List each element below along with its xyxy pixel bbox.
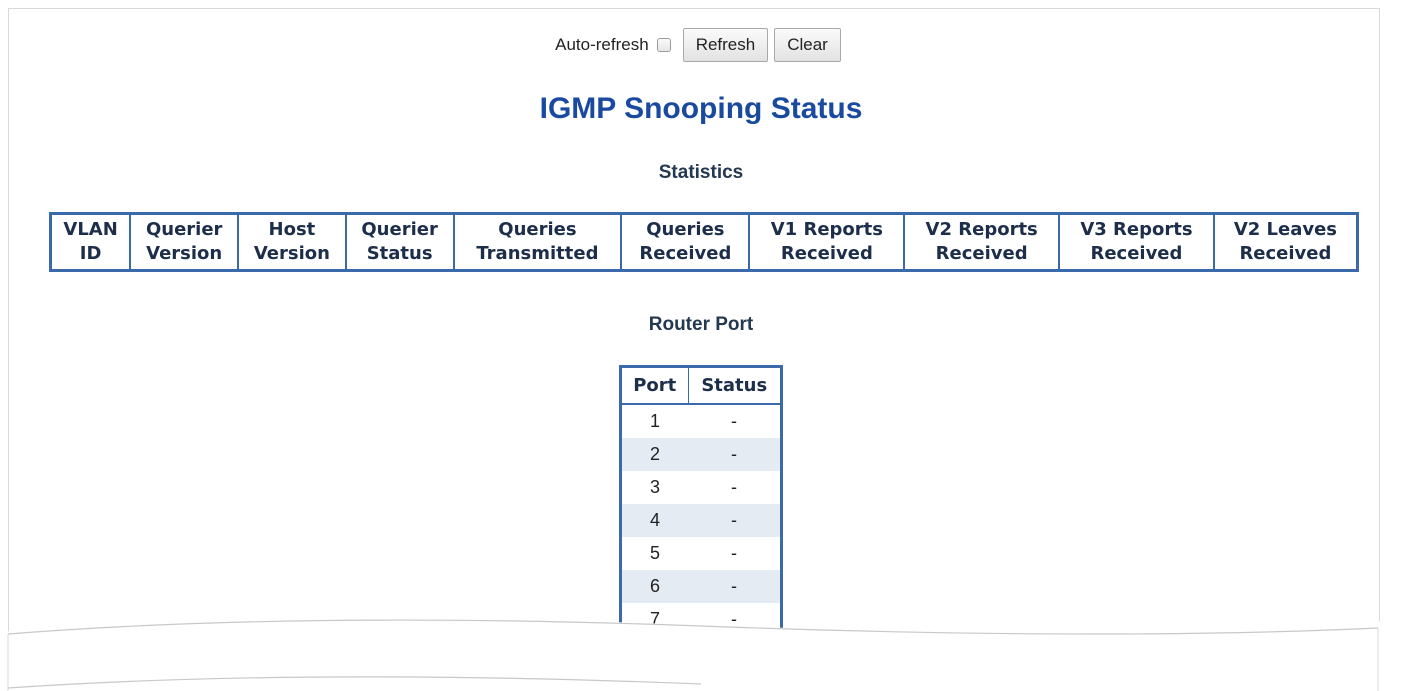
col-host-version: Host Version [237, 213, 346, 271]
col-v2-reports-received: V2 Reports Received [903, 213, 1060, 271]
auto-refresh-label: Auto-refresh [555, 35, 649, 54]
col-status: Status [688, 366, 782, 405]
refresh-toolbar: Auto-refresh Refresh Clear [0, 28, 1402, 62]
statistics-table: VLAN ID Querier Version Host Version Que… [49, 212, 1359, 272]
port-cell: 5 [649, 543, 660, 563]
status-cell: - [731, 543, 737, 563]
status-cell: - [731, 609, 737, 629]
col-vlan-id: VLAN ID [50, 213, 131, 271]
statistics-header-row: VLAN ID Querier Version Host Version Que… [50, 213, 1358, 271]
col-port: Port [620, 366, 689, 405]
table-row: 6 - [620, 570, 782, 603]
port-cell: 3 [649, 477, 660, 497]
table-row: 3 - [621, 471, 782, 504]
status-cell: - [688, 570, 782, 603]
col-querier-version: Querier Version [129, 213, 239, 271]
clear-button[interactable]: Clear [774, 28, 841, 62]
router-port-table: Port Status 1 - 2 - 3 - 4 - 5 - 6 - 7 - [619, 365, 783, 636]
status-cell: - [688, 504, 782, 537]
port-cell: 4 [620, 504, 688, 537]
col-v3-reports-received: V3 Reports Received [1058, 213, 1214, 271]
table-row: 2 - [620, 438, 782, 471]
status-cell: - [731, 477, 737, 497]
router-port-header-row: Port Status [620, 366, 782, 405]
table-row: 1 - [621, 404, 782, 438]
port-cell: 6 [620, 570, 688, 603]
auto-refresh-checkbox[interactable] [656, 38, 671, 52]
table-row: 4 - [620, 504, 782, 537]
table-row: 7 - [621, 603, 782, 636]
status-cell: - [688, 438, 782, 471]
col-v2-leaves-received: V2 Leaves Received [1212, 213, 1358, 271]
col-querier-status: Querier Status [344, 213, 454, 271]
col-v1-reports-received: V1 Reports Received [748, 213, 905, 271]
port-cell: 2 [620, 438, 688, 471]
statistics-heading: Statistics [658, 162, 744, 183]
port-cell: 1 [649, 411, 660, 431]
router-port-heading: Router Port [648, 314, 754, 335]
port-cell: 7 [649, 609, 660, 629]
table-row: 5 - [621, 537, 782, 570]
refresh-button[interactable]: Refresh [682, 28, 769, 62]
page-title: IGMP Snooping Status [539, 92, 863, 125]
col-queries-received: Queries Received [620, 213, 750, 271]
status-cell: - [731, 411, 737, 431]
col-queries-transmitted: Queries Transmitted [452, 213, 622, 271]
